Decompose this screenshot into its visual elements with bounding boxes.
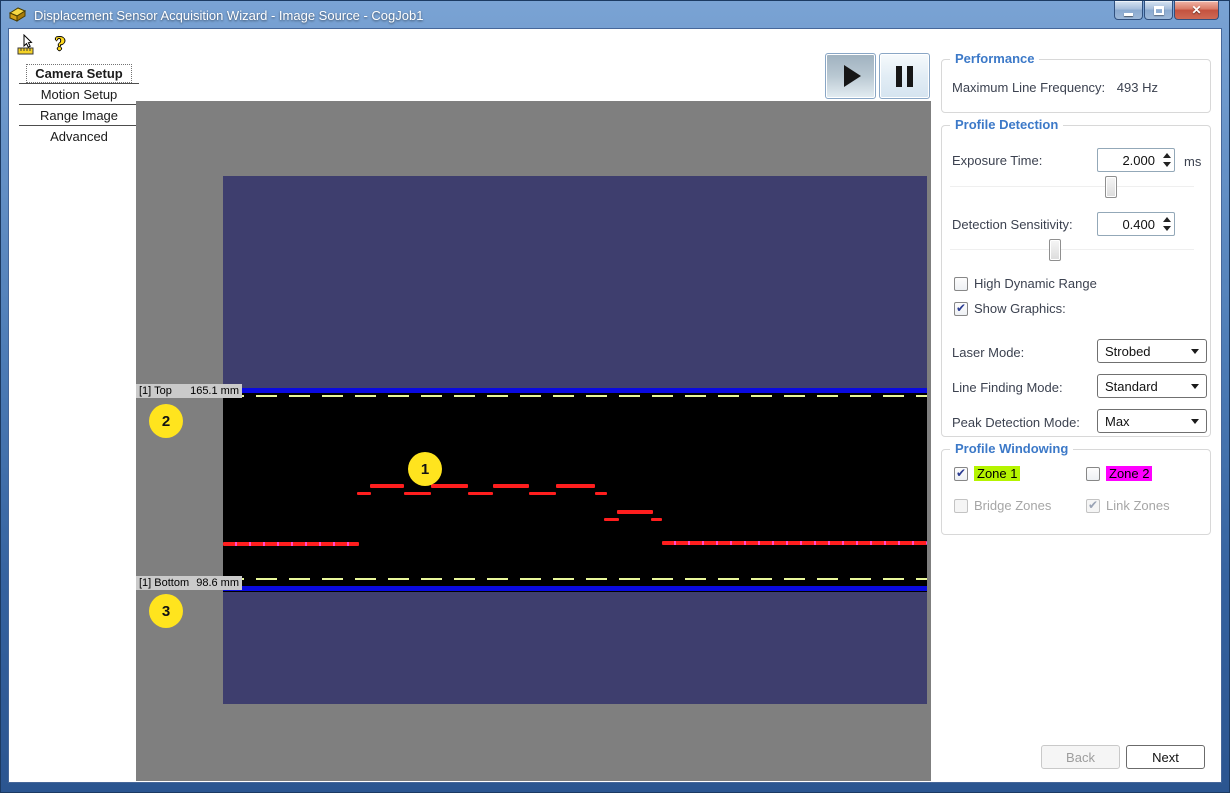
calibration-ruler-icon: [17, 34, 39, 56]
laser-profile-segment: [651, 518, 662, 521]
back-button[interactable]: Back: [1041, 745, 1120, 769]
laser-profile-segment: [370, 484, 404, 488]
maximize-icon: [1154, 6, 1164, 15]
spin-down-icon: [1163, 226, 1171, 231]
laser-profile-segment: [357, 492, 371, 495]
line-finding-mode-label: Line Finding Mode:: [952, 380, 1063, 395]
profile-detection-group-title: Profile Detection: [950, 117, 1063, 132]
laser-mode-dropdown[interactable]: Strobed: [1097, 339, 1207, 363]
zone-boundary-line-bottom[interactable]: [223, 586, 927, 591]
pause-button[interactable]: [879, 53, 930, 99]
performance-group-title: Performance: [950, 51, 1039, 66]
wizard-content: ? Camera SetupMotion SetupRange ImageAdv…: [9, 29, 1221, 782]
detection-sensitivity-input[interactable]: 0.400: [1097, 212, 1175, 236]
line-frequency-value: 493 Hz: [1117, 80, 1158, 95]
camera-image: [223, 176, 927, 704]
slider-track: [950, 249, 1194, 250]
pause-icon: [896, 66, 913, 87]
minimize-icon: [1124, 13, 1133, 16]
laser-profile-segment: [431, 484, 468, 488]
line-frequency-label: Maximum Line Frequency:: [952, 80, 1105, 95]
laser-profile-segment: [404, 492, 431, 495]
out-of-range-band-bottom: [223, 592, 927, 704]
performance-group: Performance Maximum Line Frequency: 493 …: [941, 59, 1211, 113]
high-dynamic-range-checkbox[interactable]: ✔ High Dynamic Range: [954, 276, 1097, 291]
show-graphics-checkbox[interactable]: ✔ Show Graphics:: [954, 301, 1066, 316]
exposure-time-label: Exposure Time:: [952, 153, 1042, 168]
profile-windowing-group-title: Profile Windowing: [950, 441, 1073, 456]
detection-sensitivity-slider[interactable]: [950, 239, 1194, 261]
nav-item-advanced[interactable]: Advanced: [19, 126, 139, 147]
laser-profile-segment: [223, 542, 359, 546]
profile-detection-group: Profile Detection Exposure Time: 2.000 m…: [941, 125, 1211, 437]
sensitivity-spinner[interactable]: [1159, 213, 1174, 235]
link-zones-checkbox[interactable]: ✔ Link Zones: [1086, 498, 1170, 513]
close-button[interactable]: ✕: [1174, 1, 1219, 20]
laser-profile-segment: [595, 492, 607, 495]
exposure-spinner[interactable]: [1159, 149, 1174, 171]
sensor-app-icon: [9, 7, 27, 23]
zone-bottom-label: [1] Bottom98.6 mm: [136, 576, 242, 590]
zone-dashed-line-top[interactable]: [223, 395, 927, 397]
laser-profile-segment: [556, 484, 595, 488]
slider-handle[interactable]: [1105, 176, 1117, 198]
transport-controls: [825, 53, 930, 99]
wizard-nav: Camera SetupMotion SetupRange ImageAdvan…: [19, 63, 139, 147]
minimize-button[interactable]: [1114, 1, 1143, 20]
line-finding-mode-dropdown[interactable]: Standard: [1097, 374, 1207, 398]
annotation-badge-1: 1: [408, 452, 442, 486]
zone-dashed-line-bottom[interactable]: [223, 578, 927, 580]
slider-handle[interactable]: [1049, 239, 1061, 261]
nav-item-motion-setup[interactable]: Motion Setup: [19, 84, 139, 105]
spin-down-icon: [1163, 162, 1171, 167]
zone-top-label: [1] Top165.1 mm: [136, 384, 242, 398]
laser-profile-segment: [604, 518, 619, 521]
play-button[interactable]: [825, 53, 876, 99]
slider-track: [950, 186, 1194, 187]
play-icon: [844, 65, 861, 87]
laser-profile-segment: [468, 492, 493, 495]
nav-item-camera-setup[interactable]: Camera Setup: [19, 63, 139, 84]
peak-detection-mode-label: Peak Detection Mode:: [952, 415, 1080, 430]
zone-boundary-line-top[interactable]: [223, 388, 927, 393]
detection-sensitivity-label: Detection Sensitivity:: [952, 217, 1073, 232]
chevron-down-icon: [1191, 384, 1199, 389]
help-icon: ?: [55, 36, 66, 54]
chevron-down-icon: [1191, 419, 1199, 424]
close-icon: ✕: [1191, 3, 1201, 17]
zone2-checkbox[interactable]: ✔ Zone 2: [1086, 466, 1152, 481]
laser-mode-label: Laser Mode:: [952, 345, 1024, 360]
app-window: Displacement Sensor Acquisition Wizard -…: [0, 0, 1230, 793]
help-button[interactable]: ?: [47, 32, 73, 58]
profile-windowing-group: Profile Windowing ✔ Zone 1 ✔ Zone 2 ✔ Br…: [941, 449, 1211, 535]
nav-item-range-image[interactable]: Range Image: [19, 105, 139, 126]
calibration-tool-button[interactable]: [15, 32, 41, 58]
exposure-time-input[interactable]: 2.000: [1097, 148, 1175, 172]
laser-profile-segment: [662, 541, 927, 545]
titlebar[interactable]: Displacement Sensor Acquisition Wizard -…: [1, 1, 1229, 29]
toolbar: ?: [15, 32, 73, 58]
spin-up-icon: [1163, 217, 1171, 222]
maximize-button[interactable]: [1144, 1, 1173, 20]
chevron-down-icon: [1191, 349, 1199, 354]
window-title: Displacement Sensor Acquisition Wizard -…: [34, 8, 423, 23]
annotation-badge-2: 2: [149, 404, 183, 438]
laser-profile-segment: [617, 510, 653, 514]
peak-detection-mode-dropdown[interactable]: Max: [1097, 409, 1207, 433]
zone1-checkbox[interactable]: ✔ Zone 1: [954, 466, 1020, 481]
out-of-range-band-top: [223, 176, 927, 388]
annotation-badge-3: 3: [149, 594, 183, 628]
next-button[interactable]: Next: [1126, 745, 1205, 769]
exposure-unit-label: ms: [1184, 154, 1201, 169]
exposure-time-slider[interactable]: [950, 176, 1194, 198]
laser-profile-segment: [529, 492, 556, 495]
spin-up-icon: [1163, 153, 1171, 158]
profile-image-viewer[interactable]: [1] Top165.1 mm [1] Bottom98.6 mm 1 2 3: [136, 101, 931, 781]
bridge-zones-checkbox[interactable]: ✔ Bridge Zones: [954, 498, 1051, 513]
laser-profile-segment: [493, 484, 529, 488]
